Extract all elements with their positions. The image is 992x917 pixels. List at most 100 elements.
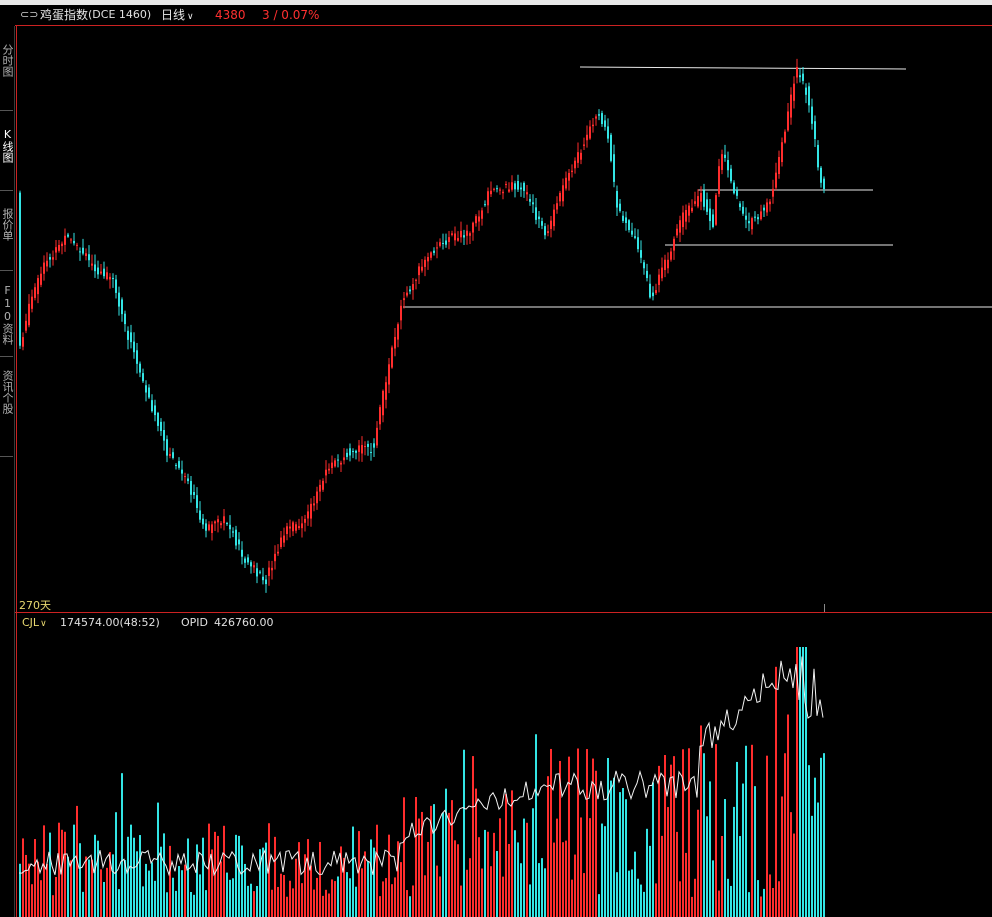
candle-body [742, 206, 744, 214]
candle-body [718, 166, 720, 194]
candle-body [451, 233, 453, 235]
candle-body [367, 443, 369, 447]
volume-bar [565, 840, 567, 917]
volume-bar [250, 883, 252, 917]
volume-bar [169, 845, 171, 917]
volume-bar [736, 761, 738, 917]
candle-body [259, 571, 261, 573]
candle-body [646, 270, 648, 279]
volume-bar [406, 890, 408, 917]
candle-body [496, 188, 498, 190]
volume-bar [259, 849, 261, 917]
candle-body [805, 87, 807, 95]
volume-bar [442, 812, 444, 917]
candle-body [400, 305, 402, 321]
candle-body [673, 238, 675, 251]
volume-bar [772, 888, 774, 917]
candle-body [403, 298, 405, 301]
candle-body [334, 460, 336, 467]
candle-body [271, 567, 273, 571]
candle-body [487, 191, 489, 206]
volume-bar [403, 797, 405, 917]
volume-bar [277, 886, 279, 917]
candle-body [253, 565, 255, 568]
candle-body [508, 189, 510, 192]
volume-bar [706, 816, 708, 917]
days-label: 270天 [19, 599, 51, 612]
candle-body [337, 459, 339, 461]
indicator-selector[interactable]: CJL∨ [22, 616, 47, 629]
volume-bar [448, 812, 450, 917]
volume-bar [610, 780, 612, 917]
candle-body [55, 247, 57, 253]
candle-body [235, 529, 237, 546]
volume-bar [52, 895, 54, 917]
candle-body [121, 299, 123, 315]
candlesticks [19, 58, 825, 593]
kline-chart[interactable] [0, 0, 992, 917]
volume-bar [190, 891, 192, 917]
volume-bar [658, 765, 660, 917]
volume-bar [103, 881, 105, 917]
volume-bar [358, 831, 360, 917]
candle-body [91, 263, 93, 266]
candle-body [238, 539, 240, 545]
candle-body [100, 271, 102, 274]
candle-body [661, 267, 663, 279]
candle-body [787, 111, 789, 131]
candle-body [685, 210, 687, 222]
candle-body [46, 260, 48, 267]
candle-body [217, 519, 219, 523]
volume-bar [586, 749, 588, 917]
volume-bar [247, 885, 249, 917]
volume-bar [139, 835, 141, 917]
candle-body [199, 510, 201, 520]
candle-body [268, 567, 270, 576]
volume-bar [697, 809, 699, 917]
candle-body [97, 267, 99, 275]
volume-bar [58, 822, 60, 917]
candle-body [484, 204, 486, 206]
volume-bar [193, 894, 195, 917]
candle-body [478, 216, 480, 222]
candle-body [820, 167, 822, 183]
candle-body [307, 511, 309, 519]
volume-bar [415, 796, 417, 917]
volume-bar [613, 777, 615, 917]
volume-bar [748, 892, 750, 917]
candle-body [457, 238, 459, 241]
volume-bar [274, 836, 276, 917]
candle-body [163, 430, 165, 441]
candle-body [265, 579, 267, 585]
candle-body [382, 390, 384, 416]
volume-bar [355, 886, 357, 917]
volume-bar [427, 841, 429, 917]
candle-body [766, 202, 768, 213]
candle-body [631, 230, 633, 235]
candle-body [37, 278, 39, 295]
candle-body [760, 211, 762, 220]
candle-body [691, 207, 693, 212]
candle-body [82, 247, 84, 254]
candle-body [595, 116, 597, 119]
volume-bar [577, 748, 579, 917]
volume-bar [589, 818, 591, 917]
volume-bar [775, 666, 777, 917]
volume-bar [451, 800, 453, 917]
volume-bar [424, 875, 426, 917]
candle-body [607, 126, 609, 139]
candle-body [598, 114, 600, 116]
candle-body [697, 196, 699, 207]
volume-bar [643, 891, 645, 917]
candle-body [688, 205, 690, 216]
volume-bar [25, 854, 27, 917]
volume-bar [235, 834, 237, 917]
volume-bar [682, 749, 684, 917]
candle-body [634, 236, 636, 238]
candle-body [514, 183, 516, 190]
candle-body [316, 491, 318, 504]
candle-body [178, 461, 180, 468]
candle-body [535, 207, 537, 220]
candle-body [28, 303, 30, 326]
candle-body [280, 537, 282, 548]
